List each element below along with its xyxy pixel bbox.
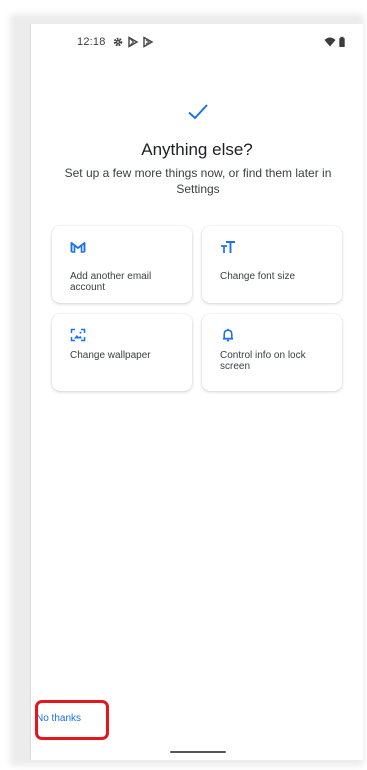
play-store-icon [128, 36, 139, 48]
settings-icon [113, 37, 123, 47]
lock-screen-info-card[interactable]: Control info on lock screen [202, 314, 342, 391]
page-subtitle: Set up a few more things now, or find th… [64, 166, 332, 196]
gesture-nav-handle[interactable] [170, 751, 226, 753]
change-wallpaper-card[interactable]: Change wallpaper [52, 314, 192, 391]
bell-icon [223, 328, 233, 342]
font-size-icon [221, 241, 235, 253]
play-protect-icon [143, 36, 154, 48]
status-bar: 12:18 [31, 24, 363, 60]
check-icon [188, 104, 208, 120]
page-title: Anything else? [141, 140, 253, 159]
card-label: Change wallpaper [70, 350, 151, 361]
wallpaper-icon [70, 328, 86, 342]
card-label: Change font size [220, 271, 296, 282]
card-label: Add another email account [70, 271, 152, 293]
no-thanks-button[interactable]: No thanks [36, 711, 81, 726]
change-font-size-card[interactable]: Change font size [202, 226, 342, 303]
gmail-icon [70, 242, 86, 253]
battery-icon [339, 36, 345, 47]
status-time: 12:18 [77, 36, 106, 48]
card-label: Control info on lock screen [220, 350, 306, 372]
add-email-account-card[interactable]: Add another email account [52, 226, 192, 303]
wifi-icon [324, 37, 336, 47]
phone-screen: 12:18 Anything else? Set up a few more t… [31, 24, 363, 760]
